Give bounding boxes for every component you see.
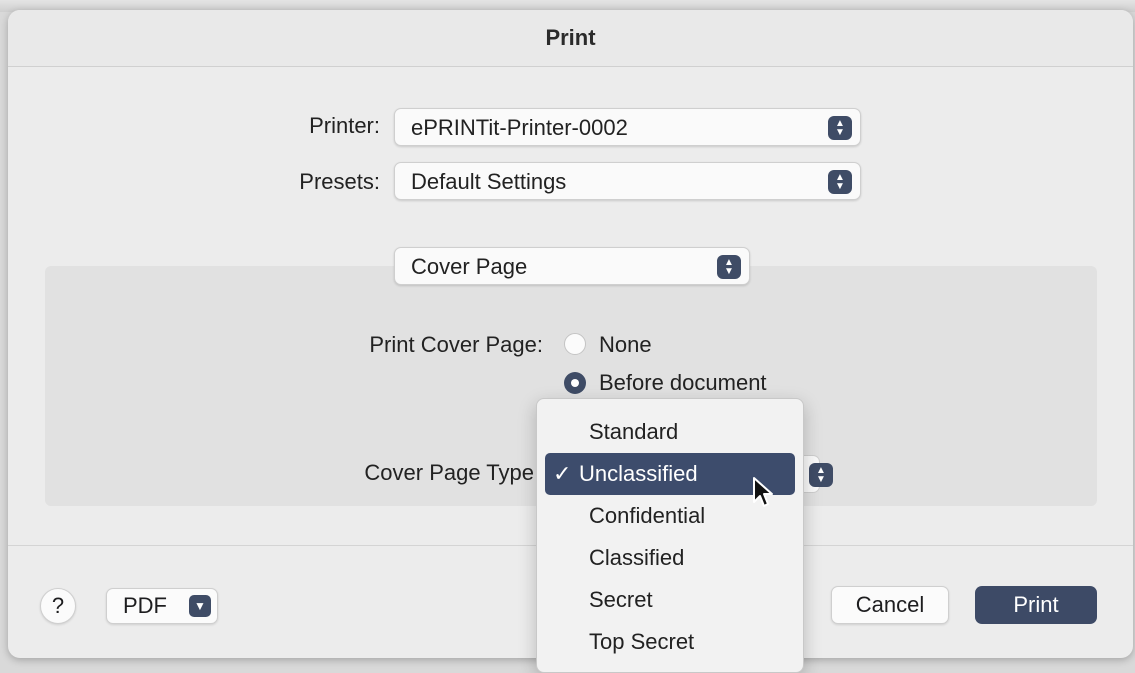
radio-none-label[interactable]: None — [599, 332, 652, 358]
print-button[interactable]: Print — [975, 586, 1097, 624]
radio-before-document-label[interactable]: Before document — [599, 370, 767, 396]
pdf-menu-button[interactable]: PDF ▼ — [106, 588, 218, 624]
menu-item-label: Standard — [589, 419, 679, 444]
menu-item-secret[interactable]: Secret — [545, 579, 795, 621]
menu-item-top-secret[interactable]: Top Secret — [545, 621, 795, 663]
section-popup-value: Cover Page — [411, 254, 528, 279]
help-button[interactable]: ? — [40, 588, 76, 624]
cover-page-type-menu: Standard ✓ Unclassified Confidential Cla… — [536, 398, 804, 673]
radio-none[interactable] — [564, 333, 586, 355]
checkmark-icon: ✓ — [553, 461, 572, 486]
chevron-down-icon: ▼ — [189, 595, 211, 617]
cover-page-type-stepper-icon: ▲ ▼ — [809, 463, 833, 487]
menu-item-classified[interactable]: Classified — [545, 537, 795, 579]
presets-value: Default Settings — [411, 169, 567, 194]
menu-item-label: Unclassified — [579, 461, 698, 486]
dialog-title: Print — [8, 10, 1133, 67]
cover-page-type-label: Cover Page Type — [364, 460, 534, 485]
printer-value: ePRINTit-Printer-0002 — [411, 115, 628, 140]
presets-label: Presets: — [299, 169, 380, 194]
menu-item-standard[interactable]: Standard — [545, 411, 795, 453]
cancel-button[interactable]: Cancel — [831, 586, 949, 624]
printer-label: Printer: — [309, 113, 380, 138]
print-cover-page-label: Print Cover Page: — [369, 332, 543, 357]
printer-stepper-icon: ▲ ▼ — [828, 116, 852, 140]
presets-stepper-icon: ▲ ▼ — [828, 170, 852, 194]
radio-before-document[interactable] — [564, 372, 586, 394]
menu-item-label: Classified — [589, 545, 685, 570]
section-popup[interactable]: Cover Page ▲ ▼ — [394, 247, 750, 285]
menu-item-label: Secret — [589, 587, 653, 612]
printer-popup[interactable]: ePRINTit-Printer-0002 ▲ ▼ — [394, 108, 861, 146]
menu-item-label: Confidential — [589, 503, 706, 528]
section-stepper-icon: ▲ ▼ — [717, 255, 741, 279]
menu-item-label: Top Secret — [589, 629, 695, 654]
presets-popup[interactable]: Default Settings ▲ ▼ — [394, 162, 861, 200]
pdf-label: PDF — [123, 593, 167, 618]
